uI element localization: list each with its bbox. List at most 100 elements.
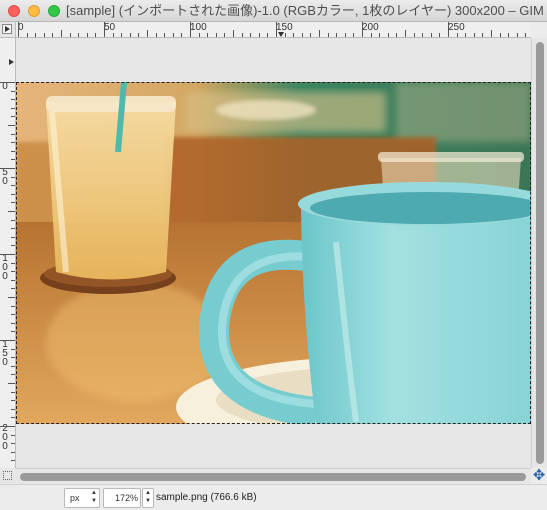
ruler-tick bbox=[362, 22, 363, 37]
vruler-label: 150 bbox=[2, 339, 8, 368]
unit-selector[interactable]: px ▲ ▼ bbox=[64, 488, 100, 508]
title-bar: [sample] (インポートされた画像)-1.0 (RGBカラー, 1枚のレイ… bbox=[0, 0, 547, 22]
move-arrows-icon[interactable]: ✥ bbox=[531, 468, 547, 484]
ruler-tick bbox=[113, 33, 114, 37]
horizontal-scrollbar[interactable] bbox=[16, 468, 531, 484]
ruler-tick bbox=[310, 33, 311, 37]
ruler-tick bbox=[11, 443, 15, 444]
ruler-tick bbox=[11, 306, 15, 307]
ruler-tick bbox=[11, 91, 15, 92]
ruler-tick bbox=[11, 245, 15, 246]
image-canvas[interactable] bbox=[16, 38, 531, 468]
ruler-tick bbox=[70, 33, 71, 37]
ruler-tick bbox=[11, 159, 15, 160]
ruler-tick bbox=[130, 33, 131, 37]
ruler-tick bbox=[11, 374, 15, 375]
hruler-label: 200 bbox=[362, 22, 379, 33]
ruler-tick bbox=[8, 383, 15, 384]
ruler-tick bbox=[0, 168, 15, 169]
ruler-tick bbox=[474, 33, 475, 37]
ruler-tick bbox=[500, 33, 501, 37]
ruler-tick bbox=[173, 33, 174, 37]
ruler-tick bbox=[371, 33, 372, 37]
ruler-tick bbox=[121, 33, 122, 37]
ruler-tick bbox=[11, 108, 15, 109]
ruler-tick bbox=[11, 202, 15, 203]
ruler-tick bbox=[11, 314, 15, 315]
ruler-menu-button[interactable] bbox=[0, 22, 16, 38]
vertical-ruler[interactable]: 0 50 100 150 200 bbox=[0, 38, 16, 468]
zoom-button[interactable] bbox=[48, 5, 60, 17]
quick-mask-icon bbox=[3, 471, 12, 480]
zoom-field[interactable]: 172% bbox=[103, 488, 141, 508]
ruler-tick bbox=[285, 33, 286, 37]
ruler-tick bbox=[61, 30, 62, 37]
minimize-button[interactable] bbox=[28, 5, 40, 17]
ruler-tick bbox=[8, 125, 15, 126]
ruler-tick bbox=[216, 33, 217, 37]
ruler-tick bbox=[0, 254, 15, 255]
ruler-tick bbox=[0, 340, 15, 341]
ruler-tick bbox=[78, 33, 79, 37]
file-info-text: sample.png (766.6 kB) bbox=[156, 492, 257, 503]
ruler-tick bbox=[147, 30, 148, 37]
ruler-tick bbox=[11, 357, 15, 358]
ruler-tick bbox=[224, 33, 225, 37]
ruler-tick bbox=[336, 33, 337, 37]
ruler-tick bbox=[11, 194, 15, 195]
close-button[interactable] bbox=[8, 5, 20, 17]
ruler-tick bbox=[11, 220, 15, 221]
ruler-tick bbox=[11, 288, 15, 289]
ruler-tick bbox=[44, 33, 45, 37]
zoom-stepper[interactable]: ▲ ▼ bbox=[142, 488, 154, 508]
ruler-tick bbox=[11, 142, 15, 143]
ruler-tick bbox=[181, 33, 182, 37]
ruler-tick bbox=[525, 33, 526, 37]
ruler-tick bbox=[379, 33, 380, 37]
ruler-tick bbox=[8, 211, 15, 212]
menu-arrow-icon bbox=[2, 24, 12, 34]
ruler-tick bbox=[396, 33, 397, 37]
ruler-tick bbox=[482, 33, 483, 37]
horizontal-scroll-thumb[interactable] bbox=[20, 473, 526, 481]
ruler-tick bbox=[11, 263, 15, 264]
ruler-tick bbox=[345, 33, 346, 37]
horizontal-ruler[interactable]: 0 50 100 150 200 250 bbox=[16, 22, 531, 38]
ruler-tick bbox=[35, 33, 36, 37]
photo-illustration bbox=[16, 82, 531, 424]
ruler-tick bbox=[259, 33, 260, 37]
ruler-tick bbox=[11, 409, 15, 410]
ruler-tick bbox=[199, 33, 200, 37]
ruler-tick bbox=[414, 33, 415, 37]
ruler-tick bbox=[52, 33, 53, 37]
ruler-tick bbox=[190, 22, 191, 37]
quick-mask-toggle[interactable] bbox=[0, 468, 16, 484]
zoom-value: 172% bbox=[114, 493, 138, 503]
ruler-tick bbox=[95, 33, 96, 37]
ruler-tick bbox=[293, 33, 294, 37]
ruler-tick bbox=[11, 452, 15, 453]
ruler-tick bbox=[250, 33, 251, 37]
vertical-scroll-thumb[interactable] bbox=[536, 42, 544, 464]
photo-canvas[interactable] bbox=[16, 82, 531, 424]
hruler-label: 100 bbox=[190, 22, 207, 33]
ruler-tick bbox=[11, 134, 15, 135]
ruler-tick bbox=[11, 99, 15, 100]
ruler-tick bbox=[491, 30, 492, 37]
ruler-tick bbox=[11, 435, 15, 436]
vertical-scrollbar[interactable] bbox=[531, 38, 547, 468]
vruler-label: 50 bbox=[2, 167, 8, 187]
vruler-label: 200 bbox=[2, 423, 8, 452]
ruler-tick bbox=[242, 33, 243, 37]
ruler-tick bbox=[448, 22, 449, 37]
ruler-tick bbox=[431, 33, 432, 37]
ruler-tick bbox=[233, 30, 234, 37]
ruler-tick bbox=[353, 33, 354, 37]
ruler-tick bbox=[11, 280, 15, 281]
ruler-tick bbox=[11, 331, 15, 332]
ruler-tick bbox=[328, 33, 329, 37]
ruler-tick bbox=[11, 349, 15, 350]
vruler-label: 0 bbox=[2, 81, 8, 92]
ruler-tick bbox=[422, 33, 423, 37]
ruler-tick bbox=[11, 177, 15, 178]
